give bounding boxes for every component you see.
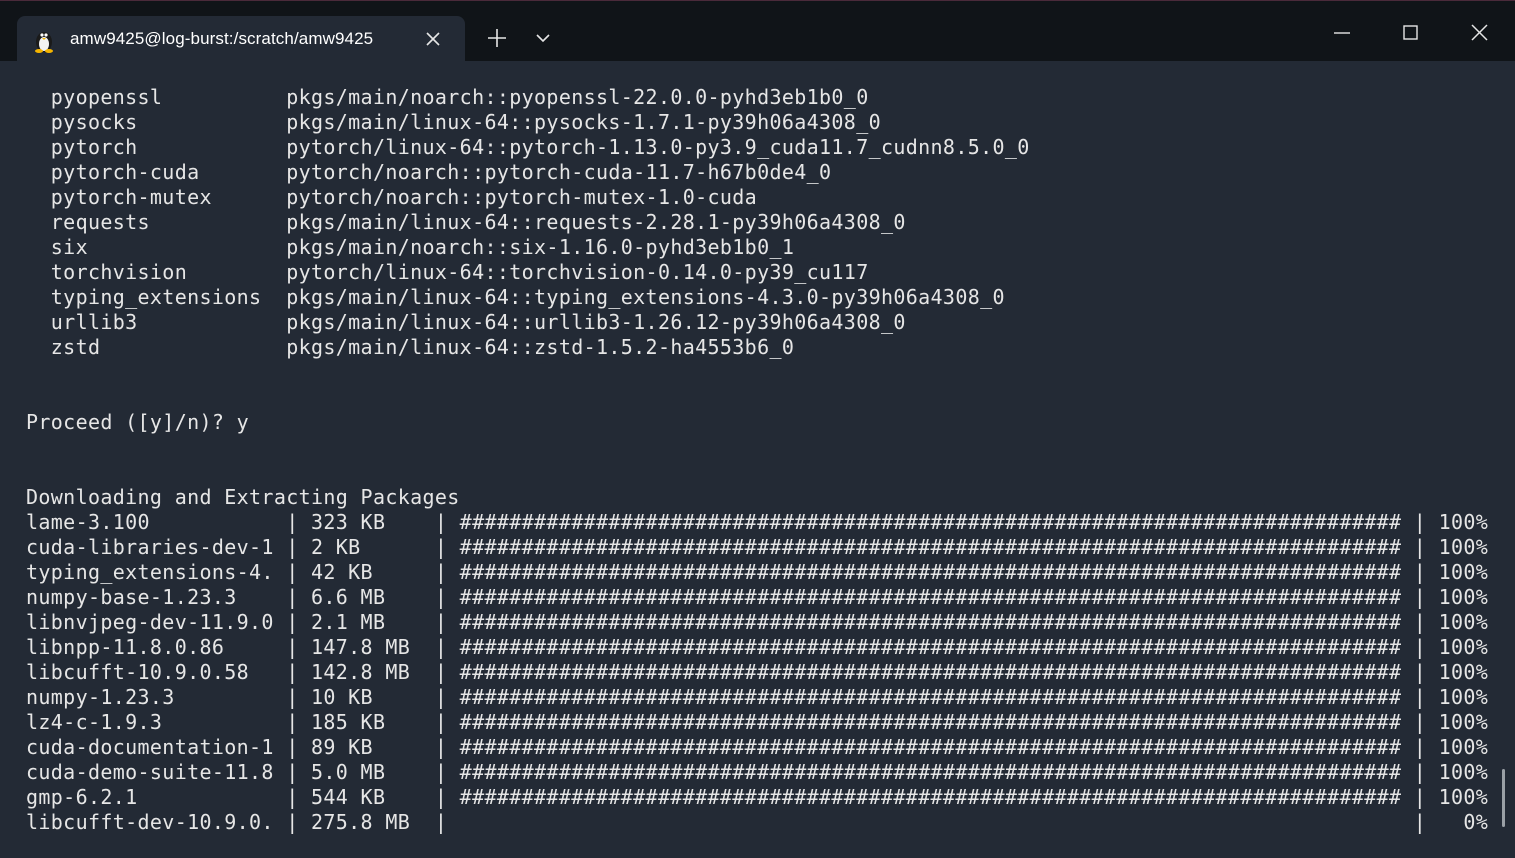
download-progress-line: libcufft-dev-10.9.0. | 275.8 MB | | 0% [26, 810, 1501, 834]
download-progress-line: lz4-c-1.9.3 | 185 KB | #################… [26, 710, 1501, 734]
download-progress-line: typing_extensions-4. | 42 KB | #########… [26, 560, 1501, 584]
package-plan-line: pytorch-cuda pytorch/noarch::pytorch-cud… [26, 160, 832, 184]
download-progress-line: lame-3.100 | 323 KB | ##################… [26, 510, 1501, 534]
close-tab-icon[interactable] [424, 30, 442, 48]
download-progress-line: libnpp-11.8.0.86 | 147.8 MB | ##########… [26, 635, 1501, 659]
package-plan-line: requests pkgs/main/linux-64::requests-2.… [26, 210, 906, 234]
close-window-icon[interactable] [1465, 18, 1495, 48]
package-plan-line: urllib3 pkgs/main/linux-64::urllib3-1.26… [26, 310, 906, 334]
download-progress-line: numpy-1.23.3 | 10 KB | #################… [26, 685, 1501, 709]
package-plan-line: zstd pkgs/main/linux-64::zstd-1.5.2-ha45… [26, 335, 795, 359]
package-plan-line: torchvision pytorch/linux-64::torchvisio… [26, 260, 869, 284]
new-tab-plus-icon[interactable] [486, 27, 508, 49]
minimize-icon[interactable] [1325, 21, 1359, 45]
download-progress-line: cuda-demo-suite-11.8 | 5.0 MB | ########… [26, 760, 1501, 784]
scrollbar-thumb[interactable] [1502, 769, 1505, 827]
terminal-output[interactable]: pyopenssl pkgs/main/noarch::pyopenssl-22… [0, 61, 1515, 858]
download-progress-line: gmp-6.2.1 | 544 KB | ###################… [26, 785, 1501, 809]
maximize-icon[interactable] [1396, 18, 1426, 48]
download-progress-line: cuda-libraries-dev-1 | 2 KB | ##########… [26, 535, 1501, 559]
package-plan-line: six pkgs/main/noarch::six-1.16.0-pyhd3eb… [26, 235, 795, 259]
download-progress-line: libnvjpeg-dev-11.9.0 | 2.1 MB | ########… [26, 610, 1501, 634]
title-bar: amw9425@log-burst:/scratch/amw9425 [0, 1, 1515, 62]
tab-title: amw9425@log-burst:/scratch/amw9425 [70, 29, 374, 48]
download-progress-line: libcufft-10.9.0.58 | 142.8 MB | ########… [26, 660, 1501, 684]
terminal-window: amw9425@log-burst:/scratch/amw9425 pyope… [0, 0, 1515, 858]
package-plan-line: pyopenssl pkgs/main/noarch::pyopenssl-22… [26, 85, 869, 109]
download-progress-line: cuda-documentation-1 | 89 KB | #########… [26, 735, 1501, 759]
proceed-prompt: Proceed ([y]/n)? y [26, 410, 250, 434]
chevron-down-icon[interactable] [534, 29, 552, 47]
package-plan-line: pytorch pytorch/linux-64::pytorch-1.13.0… [26, 135, 1030, 159]
download-progress-line: numpy-base-1.23.3 | 6.6 MB | ###########… [26, 585, 1501, 609]
linux-penguin-icon [33, 27, 55, 53]
package-plan-line: typing_extensions pkgs/main/linux-64::ty… [26, 285, 1005, 309]
package-plan-line: pytorch-mutex pytorch/noarch::pytorch-mu… [26, 185, 758, 209]
download-header: Downloading and Extracting Packages [26, 485, 460, 509]
tab-terminal[interactable]: amw9425@log-burst:/scratch/amw9425 [17, 16, 465, 62]
package-plan-line: pysocks pkgs/main/linux-64::pysocks-1.7.… [26, 110, 881, 134]
